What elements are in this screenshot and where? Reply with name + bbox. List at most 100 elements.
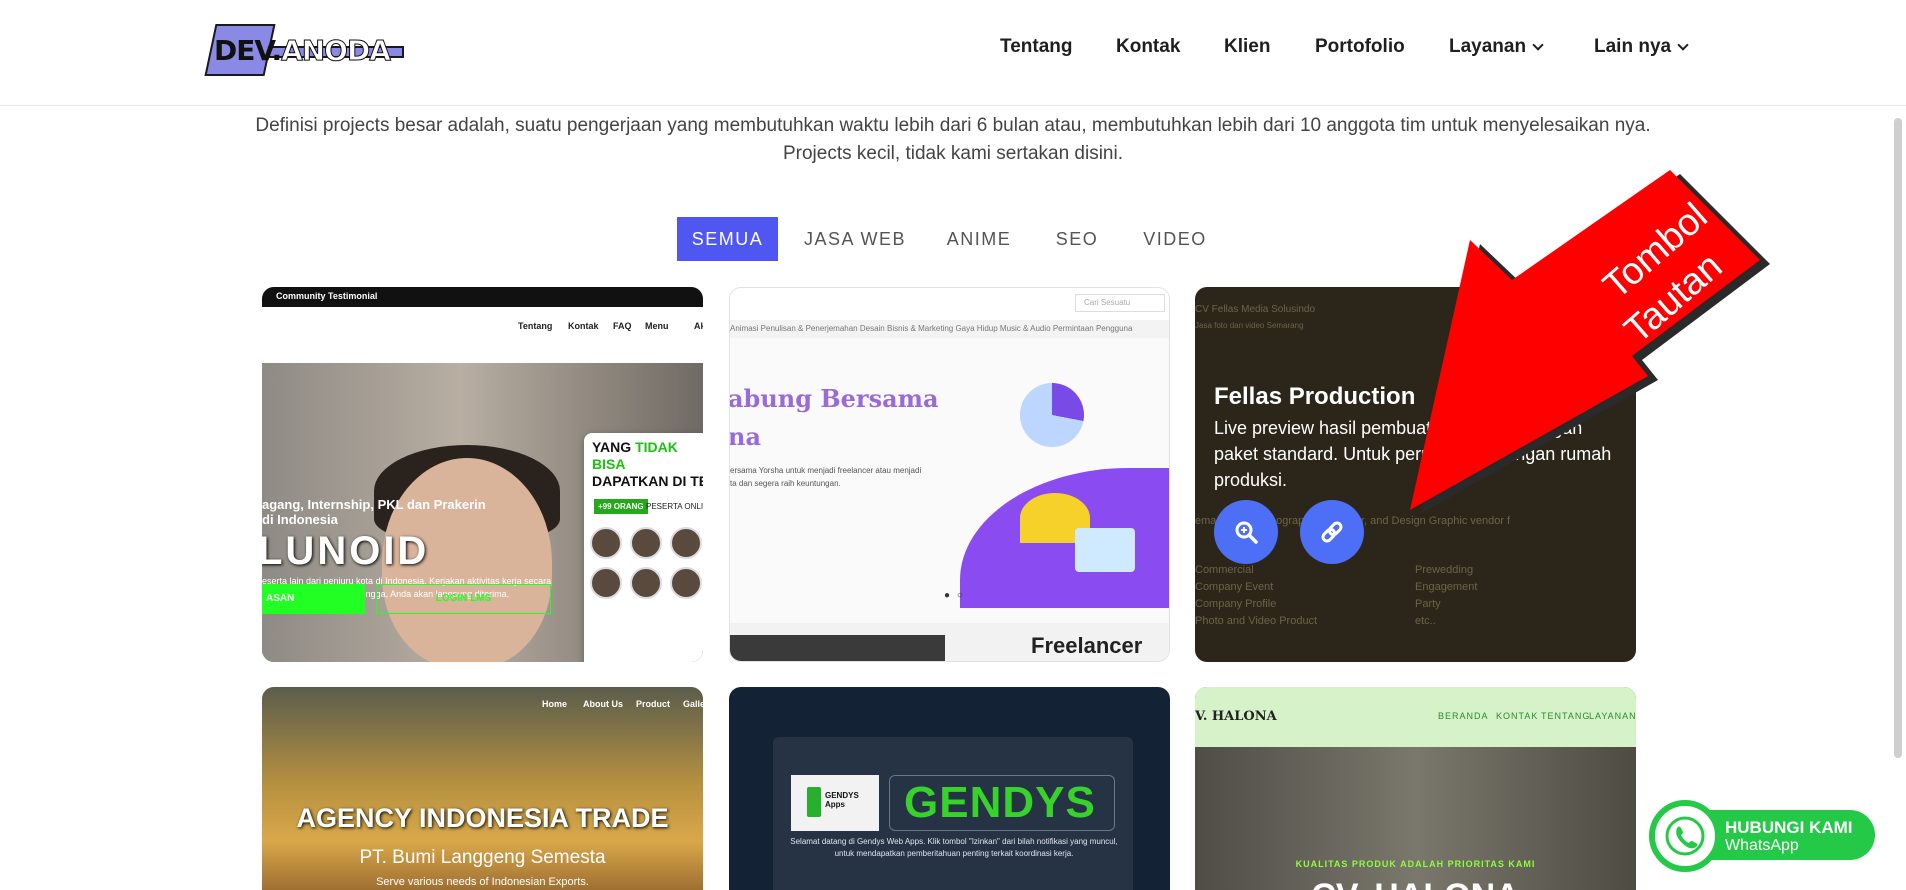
filter-seo[interactable]: SEO [1052,217,1102,261]
nav-layanan[interactable]: Layanan [1449,36,1544,58]
link-icon [1321,521,1343,543]
zoom-in-icon [1235,521,1258,544]
whatsapp-line2: WhatsApp [1725,837,1799,854]
gendys-logo-text: GENDYS Apps [825,791,859,809]
card-search-input: Cari Sesuatu [1075,294,1165,312]
hero-photo: agang, Internship, PKL dan Prakerin di I… [262,363,703,662]
hero-subtitle: PT. Bumi Langgeng Semesta [359,847,606,868]
hero-title: AGENCY INDONESIA TRADE [296,803,669,833]
avatar [590,567,622,599]
promo-heading-c: DAPATKAN DI TE [592,473,703,489]
hero-subtitle: agang, Internship, PKL dan Prakerin [262,497,486,512]
nav-label: Portofolio [1315,36,1405,57]
category-menu: Animasi Penulisan & Penerjemahan Desain … [730,320,1169,338]
card-header: V. HALONA BERANDA KONTAK TENTANG LAYANAN [1195,687,1636,747]
filter-jasa-web[interactable]: JASA WEB [799,217,911,261]
hero-subtitle-2: di Indonesia [262,512,338,527]
footer-title: Freelancer [1031,633,1143,658]
bg-list-item: Engagement [1415,581,1478,593]
card-nav-item: KONTAK [1496,711,1539,721]
card-nav-item: Ak [694,321,703,331]
portfolio-card-freelancer[interactable]: Cari Sesuatu Animasi Penulisan & Penerje… [729,287,1170,662]
whatsapp-button[interactable]: HUBUNGI KAMI WhatsApp [1649,800,1879,872]
participant-label: PESERTA ONLI [646,502,703,511]
gendys-logo: GENDYS Apps [791,775,879,831]
chevron-down-icon [1532,38,1544,51]
nav-kontak[interactable]: Kontak [1116,36,1180,58]
card-nav-item: Product [636,699,671,709]
nav-portofolio[interactable]: Portofolio [1315,36,1405,58]
card-brand: V. HALONA [1195,709,1277,724]
hero-description: Selamat datang di Gendys Web Apps. Klik … [790,837,1118,858]
hero-heading-2: na [729,422,761,451]
card-overlay-title: Fellas Production [1214,383,1416,410]
nav-label: Tentang [1000,36,1073,57]
card-footer: Freelancer [730,623,1169,661]
hero-title: GENDYS [889,775,1115,831]
filter-semua[interactable]: SEMUA [677,217,778,261]
main-nav: Tentang Kontak Klien Portofolio Layanan … [0,36,1906,62]
bg-list-right: Prewedding Engagement Party etc.. [1415,562,1477,630]
chevron-down-icon [1677,38,1689,51]
portfolio-card-lunoid[interactable]: Community Testimonial Tentang Kontak FAQ… [262,287,703,662]
bg-list-item: Commercial [1195,564,1254,576]
site-header: DEV.ANODA Tentang Kontak Klien Portofoli… [0,0,1906,106]
whatsapp-line1: HUBUNGI KAMI [1725,818,1853,837]
promo-panel: YANG TIDAK BISA DAPATKAN DI TE +99 ORANG … [584,433,703,662]
nav-label: Lain nya [1594,36,1672,57]
avatar [590,527,622,559]
card-nav-item: Tentang [518,321,553,331]
bg-tagline: Jasa foto dan video Semarang [1195,321,1304,330]
filter-video[interactable]: VIDEO [1138,217,1212,261]
card-nav-item: BERANDA [1438,711,1489,721]
avatar [630,527,662,559]
nav-label: Kontak [1116,36,1181,57]
bg-list-item: etc.. [1415,615,1436,627]
card-nav-item: Kontak [568,321,599,331]
pie-illustration [1020,383,1084,447]
card-topbar: Community Testimonial [262,287,703,307]
promo-heading-a: YANG [592,439,632,455]
bg-list-left: Commercial Company Event Company Profile… [1195,562,1317,630]
filter-anime[interactable]: ANIME [940,217,1018,261]
nav-lain-nya[interactable]: Lain nya [1594,36,1689,58]
card-topbar-text: Community Testimonial [276,291,378,301]
card-nav-item: Galle [683,699,703,709]
hero-tagline: KUALITAS PRODUK ADALAH PRIORITAS KAMI [1295,859,1536,869]
gendys-app-icon [807,787,821,817]
bg-list-item: Party [1415,598,1441,610]
promo-heading: YANG TIDAK BISA DAPATKAN DI TE [592,439,703,490]
avatar [670,567,702,599]
card-nav-item: About Us [583,699,623,709]
link-button[interactable] [1300,500,1364,564]
portfolio-card-gendys[interactable]: GENDYS Apps GENDYS Selamat datang di Gen… [729,687,1170,890]
portfolio-card-agency-indonesia-trade[interactable]: Home About Us Product Galle AGENCY INDON… [262,687,703,890]
card-nav-item: LAYANAN [1589,711,1636,721]
portfolio-card-halona[interactable]: V. HALONA BERANDA KONTAK TENTANG LAYANAN… [1195,687,1636,890]
scrollbar-thumb[interactable] [1894,118,1902,758]
nav-tentang[interactable]: Tentang [1000,36,1072,58]
zoom-button[interactable] [1214,500,1278,564]
card-nav-item: FAQ [613,321,632,331]
card-nav-bar: Tentang Kontak FAQ Menu Ak [262,307,703,363]
register-button: ASAN [262,584,365,614]
avatar [670,527,702,559]
hero-heading: abung Bersama [729,384,939,413]
bg-list-item: Prewedding [1415,564,1474,576]
nav-label: Klien [1224,36,1271,57]
bg-list-item: Photo and Video Product [1195,615,1318,627]
card-nav-item: TENTANG [1541,711,1591,721]
whatsapp-icon [1649,800,1721,872]
card-nav-item: Menu [645,321,669,331]
nav-klien[interactable]: Klien [1224,36,1270,58]
carousel-dots: ● ○ [944,590,965,601]
red-arrow-annotation: Tombol Tautan [1410,170,1770,514]
footer-image [730,635,945,661]
bg-list-item: Company Event [1195,581,1274,593]
hero-title: CV. HALONA [1195,877,1636,890]
bar-illustration [1075,528,1135,572]
hero-body: ersama Yorsha untuk menjadi freelancer a… [730,466,922,488]
nav-label: Layanan [1449,36,1527,57]
hero-title: LUNOID [262,529,430,573]
login-lms-button: LOGIN LMS [376,584,551,614]
